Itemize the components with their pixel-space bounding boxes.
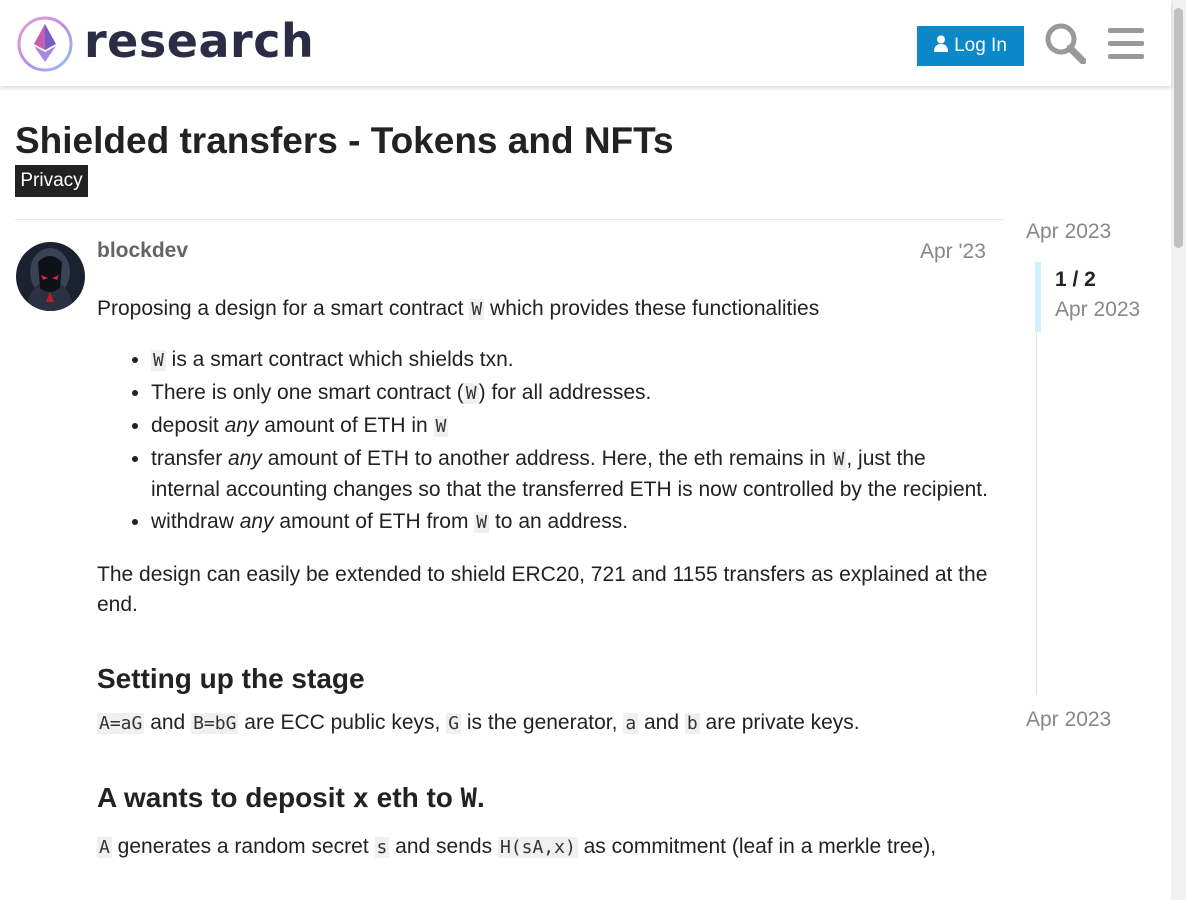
section-heading-stage: Setting up the stage xyxy=(97,663,365,694)
list-item: W is a smart contract which shields txn. xyxy=(151,345,997,376)
divider xyxy=(15,219,1004,220)
post-body: Proposing a design for a smart contract … xyxy=(97,294,997,863)
scrollbar-thumb[interactable] xyxy=(1174,8,1183,248)
search-icon[interactable] xyxy=(1044,22,1087,65)
timeline-current-date: Apr 2023 xyxy=(1055,298,1141,321)
post-paragraph: A=aG and B=bG are ECC public keys, G is … xyxy=(97,711,860,734)
topic-title[interactable]: Shielded transfers - Tokens and NFTs xyxy=(15,120,674,162)
ethereum-logo-icon[interactable] xyxy=(16,14,76,74)
login-button[interactable]: Log In xyxy=(917,26,1024,66)
page-scrollbar[interactable] xyxy=(1171,0,1186,900)
post-paragraph: The design can easily be extended to shi… xyxy=(97,563,988,616)
post-username[interactable]: blockdev xyxy=(97,239,188,263)
avatar[interactable] xyxy=(16,242,85,311)
list-item: transfer any amount of ETH to another ad… xyxy=(151,444,997,505)
list-item: deposit any amount of ETH in W xyxy=(151,411,997,442)
timeline-post-counter: 1 / 2 xyxy=(1055,268,1096,291)
timeline-end-date[interactable]: Apr 2023 xyxy=(1026,708,1111,732)
hamburger-menu-icon[interactable] xyxy=(1106,26,1146,62)
timeline-scroller-handle[interactable] xyxy=(1035,262,1041,332)
post-date[interactable]: Apr '23 xyxy=(920,240,986,264)
user-icon xyxy=(934,35,949,58)
post-intro: Proposing a design for a smart contract … xyxy=(97,297,820,320)
post-paragraph: A generates a random secret s and sends … xyxy=(97,835,937,858)
timeline-start-date[interactable]: Apr 2023 xyxy=(1026,220,1111,244)
login-button-label: Log In xyxy=(954,35,1007,56)
feature-list: W is a smart contract which shields txn.… xyxy=(97,345,997,538)
category-badge[interactable]: Privacy xyxy=(15,165,88,197)
section-heading-deposit: A wants to deposit x eth to W. xyxy=(97,782,485,814)
list-item: There is only one smart contract (W) for… xyxy=(151,378,997,409)
site-header: research Log In xyxy=(0,0,1171,86)
list-item: withdraw any amount of ETH from W to an … xyxy=(151,507,997,538)
site-logo-text[interactable]: research xyxy=(84,14,314,68)
